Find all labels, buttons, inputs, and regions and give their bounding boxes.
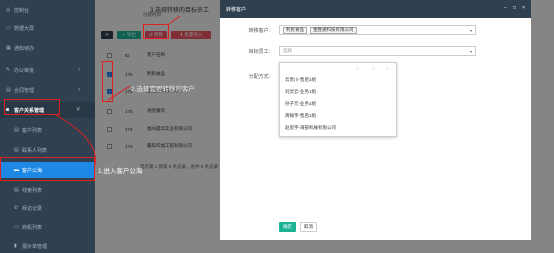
annotation-step3: 3.选择转移的目标员工 [150,8,210,14]
annotation-arrows [55,15,181,166]
annotation-step2: 2.选择需要转移的客户 [131,86,195,93]
annotation-step1: 1.进入客户公海 [98,168,143,175]
